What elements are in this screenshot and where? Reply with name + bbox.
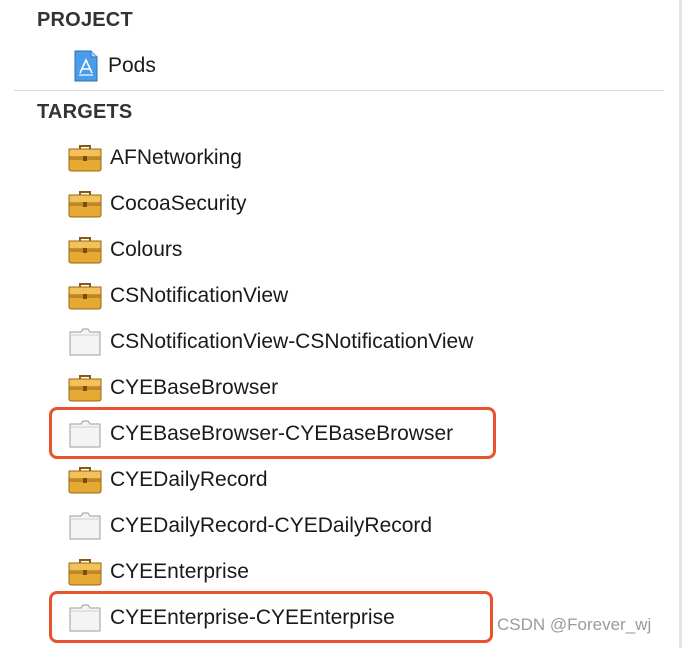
project-item-label: Pods [108, 54, 156, 77]
target-item-label: CYEBaseBrowser [110, 376, 279, 399]
toolbox-icon [68, 282, 102, 310]
toolbox-icon [68, 236, 102, 264]
section-divider [14, 90, 664, 91]
bundle-icon [68, 328, 102, 356]
targets-section-header: TARGETS [37, 101, 133, 123]
target-item[interactable]: CYEDailyRecord [68, 463, 268, 497]
toolbox-icon [68, 144, 102, 172]
target-item-label: CSNotificationView [110, 284, 289, 307]
target-item-label: CYEDailyRecord-CYEDailyRecord [110, 514, 433, 537]
target-item-label: CYEEnterprise [110, 560, 249, 583]
project-section-header: PROJECT [37, 9, 133, 31]
toolbox-icon [68, 466, 102, 494]
target-item[interactable]: CocoaSecurity [68, 187, 247, 221]
toolbox-icon [68, 558, 102, 586]
target-item[interactable]: CYEBaseBrowser [68, 371, 278, 405]
target-item[interactable]: CSNotificationView-CSNotificationView [68, 325, 473, 359]
target-item-label: CocoaSecurity [110, 192, 247, 215]
target-item[interactable]: AFNetworking [68, 141, 242, 175]
highlight-box [49, 407, 496, 459]
target-item-label: Colours [110, 238, 183, 261]
target-item[interactable]: CYEEnterprise [68, 555, 249, 589]
target-item-label: CYEDailyRecord [110, 468, 268, 491]
target-item[interactable]: Colours [68, 233, 182, 267]
watermark: CSDN @Forever_wj [497, 615, 652, 634]
target-item-label: AFNetworking [110, 146, 242, 169]
target-item-label: CSNotificationView-CSNotificationView [110, 330, 474, 353]
target-item[interactable]: CSNotificationView [68, 279, 288, 313]
project-item-pods[interactable]: Pods [72, 49, 156, 83]
toolbox-icon [68, 374, 102, 402]
highlight-box [49, 591, 493, 643]
xcode-project-icon [72, 50, 100, 82]
bundle-icon [68, 512, 102, 540]
toolbox-icon [68, 190, 102, 218]
target-item[interactable]: CYEDailyRecord-CYEDailyRecord [68, 509, 432, 543]
